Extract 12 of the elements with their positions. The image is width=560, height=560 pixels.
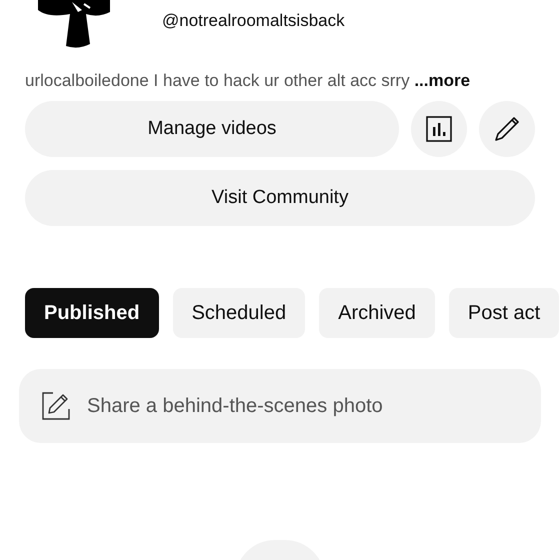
post-composer-field[interactable]: Share a behind-the-scenes photo bbox=[19, 369, 541, 443]
visit-community-button[interactable]: Visit Community bbox=[25, 170, 535, 226]
filter-chip[interactable]: Published bbox=[25, 288, 159, 338]
filter-chip[interactable]: Post act bbox=[448, 288, 560, 338]
more-link[interactable]: ...more bbox=[414, 71, 470, 90]
channel-handle: @notrealroomaltsisback bbox=[162, 10, 345, 32]
bar-chart-icon bbox=[426, 116, 452, 142]
manage-videos-button[interactable]: Manage videos bbox=[25, 101, 399, 157]
filter-chip[interactable]: Archived bbox=[319, 288, 435, 338]
pencil-icon bbox=[492, 114, 522, 144]
filter-chip[interactable]: Scheduled bbox=[172, 288, 306, 338]
channel-description: urlocalboiledone I have to hack ur other alt acc srry ...more bbox=[25, 70, 472, 92]
